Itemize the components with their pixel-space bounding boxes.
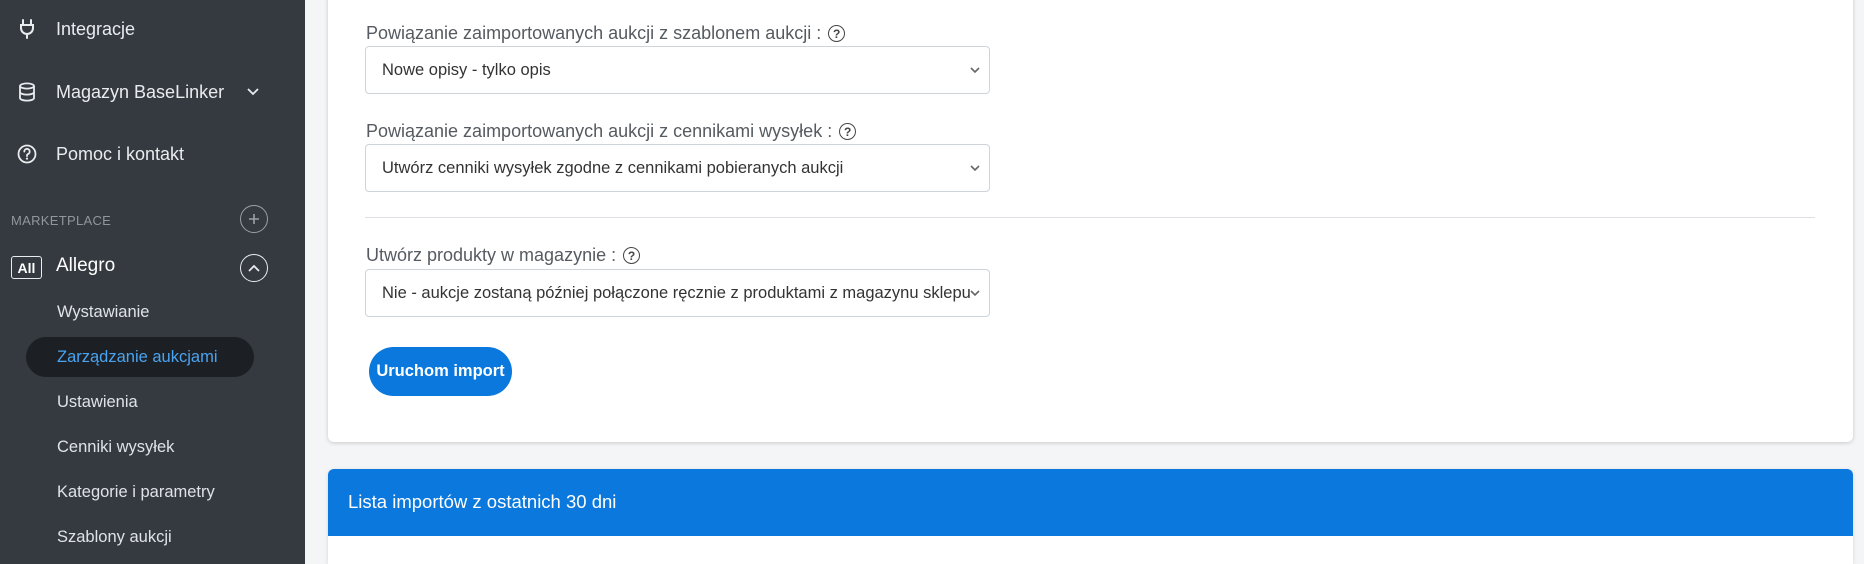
chevron-up-icon xyxy=(248,264,260,272)
chevron-down-icon xyxy=(970,165,980,172)
sidebar-subitem-zarzadzanie-aukcjami[interactable]: Zarządzanie aukcjami xyxy=(26,337,254,377)
plus-icon xyxy=(249,214,259,224)
help-icon[interactable]: ? xyxy=(839,123,857,140)
panel-header: Lista importów z ostatnich 30 dni xyxy=(328,469,1853,536)
collapse-marketplace-button[interactable] xyxy=(240,254,268,282)
products-select[interactable]: Nie - aukcje zostaną później połączone r… xyxy=(365,269,990,317)
field-label-template: Powiązanie zaimportowanych aukcji z szab… xyxy=(366,23,846,44)
field-label-shipping: Powiązanie zaimportowanych aukcji z cenn… xyxy=(366,121,857,142)
sidebar-item-label: Integracje xyxy=(56,18,136,39)
chevron-down-icon xyxy=(970,290,980,297)
sidebar-subitem-cenniki-wysylek[interactable]: Cenniki wysyłek xyxy=(26,427,254,467)
panel-title: Lista importów z ostatnich 30 dni xyxy=(348,491,617,512)
sidebar-item-integracje[interactable]: Integracje xyxy=(0,9,305,49)
sidebar-item-label: Pomoc i kontakt xyxy=(56,143,185,164)
field-label-products: Utwórz produkty w magazynie : ? xyxy=(366,245,641,266)
plug-icon xyxy=(16,18,38,40)
import-settings-card: Powiązanie zaimportowanych aukcji z szab… xyxy=(328,0,1853,442)
sidebar-item-magazyn[interactable]: Magazyn BaseLinker xyxy=(0,72,305,112)
database-icon xyxy=(16,81,38,103)
sidebar-subitem-kategorie[interactable]: Kategorie i parametry xyxy=(26,472,254,512)
help-circle-icon xyxy=(16,143,38,165)
sidebar-item-pomoc[interactable]: Pomoc i kontakt xyxy=(0,134,305,174)
sidebar-subitem-szablony[interactable]: Szablony aukcji xyxy=(26,517,254,557)
section-label-marketplace: MARKETPLACE xyxy=(11,213,112,228)
all-badge: All xyxy=(11,256,42,279)
add-marketplace-button[interactable] xyxy=(240,205,268,233)
marketplace-name[interactable]: Allegro xyxy=(56,255,115,277)
sidebar-subitem-wystawianie[interactable]: Wystawianie xyxy=(26,292,254,332)
chevron-down-icon xyxy=(970,67,980,74)
sidebar: Integracje Magazyn BaseLinker Pomoc i ko… xyxy=(0,0,305,564)
imports-panel: Lista importów z ostatnich 30 dni xyxy=(328,469,1853,564)
chevron-down-icon xyxy=(246,85,260,99)
help-icon[interactable]: ? xyxy=(828,25,846,42)
help-icon[interactable]: ? xyxy=(623,247,641,264)
sidebar-subitem-ustawienia[interactable]: Ustawienia xyxy=(26,382,254,422)
sidebar-item-label: Magazyn BaseLinker xyxy=(56,81,225,102)
shipping-select[interactable]: Utwórz cenniki wysyłek zgodne z cennikam… xyxy=(365,144,990,192)
run-import-button[interactable]: Uruchom import xyxy=(369,347,512,396)
divider xyxy=(365,217,1815,218)
template-select[interactable]: Nowe opisy - tylko opis xyxy=(365,46,990,94)
